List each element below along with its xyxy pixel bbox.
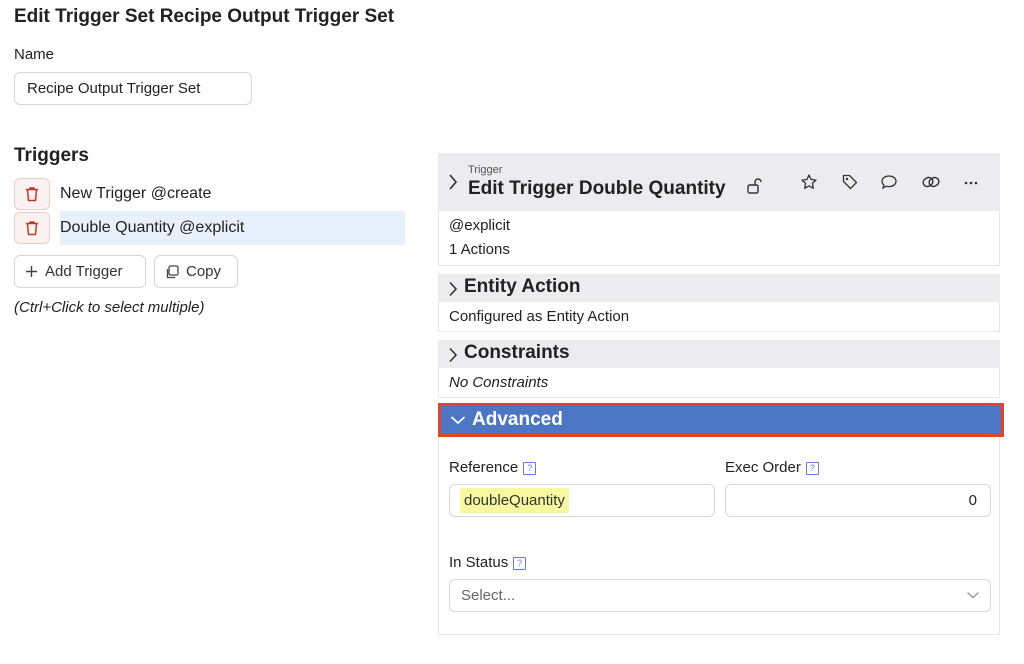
constraints-title: Constraints [464, 342, 570, 363]
comment-icon[interactable] [880, 173, 898, 191]
advanced-body: Reference? doubleQuantity Exec Order? 0 … [438, 437, 1000, 635]
in-status-placeholder: Select... [461, 587, 516, 604]
constraints-summary: No Constraints [449, 374, 549, 391]
star-icon[interactable] [800, 173, 818, 191]
help-icon[interactable]: ? [523, 462, 537, 475]
trigger-summary: @explicit 1 Actions [438, 211, 1000, 266]
trigger-actions-count: 1 Actions [449, 241, 510, 258]
trigger-event: @explicit [449, 217, 511, 234]
entity-action-title: Entity Action [464, 276, 581, 297]
chevron-right-icon [449, 347, 458, 363]
entity-action-section-header[interactable]: Entity Action [438, 274, 1000, 302]
link-icon[interactable] [921, 173, 941, 191]
trash-icon [26, 187, 38, 202]
trigger-type-label: Trigger [468, 164, 503, 176]
multi-select-hint: (Ctrl+Click to select multiple) [14, 299, 205, 316]
in-status-select[interactable]: Select... [449, 579, 991, 612]
trash-icon [26, 221, 38, 236]
tag-icon[interactable] [841, 173, 859, 191]
advanced-title: Advanced [472, 409, 563, 430]
delete-trigger-button[interactable] [14, 212, 50, 244]
exec-order-label: Exec Order? [725, 459, 819, 476]
copy-icon [166, 264, 179, 278]
entity-action-summary: Configured as Entity Action [449, 308, 630, 325]
reference-label: Reference? [449, 459, 537, 476]
exec-order-input[interactable]: 0 [725, 484, 991, 517]
add-trigger-button[interactable]: Add Trigger [14, 255, 146, 288]
copy-button[interactable]: Copy [154, 255, 238, 288]
trigger-item[interactable]: New Trigger @create [14, 177, 405, 211]
reference-input[interactable]: doubleQuantity [449, 484, 715, 517]
reference-value: doubleQuantity [460, 488, 569, 513]
trigger-panel-title: Edit Trigger Double Quantity [468, 178, 726, 199]
chevron-down-icon [967, 591, 979, 599]
exec-order-value: 0 [968, 492, 977, 509]
trigger-item-selected[interactable]: Double Quantity @explicit [14, 211, 405, 245]
trigger-label[interactable]: Double Quantity @explicit [60, 211, 405, 245]
trigger-label[interactable]: New Trigger @create [60, 177, 405, 211]
chevron-right-icon [449, 281, 458, 297]
chevron-down-icon [450, 416, 466, 425]
copy-label: Copy [186, 263, 222, 280]
help-icon[interactable]: ? [805, 462, 819, 475]
delete-trigger-button[interactable] [14, 178, 50, 210]
add-trigger-label: Add Trigger [45, 263, 123, 280]
constraints-body: No Constraints [438, 368, 1000, 398]
help-icon[interactable]: ? [513, 557, 527, 570]
page-title: Edit Trigger Set Recipe Output Trigger S… [14, 6, 395, 27]
in-status-label: In Status? [449, 554, 527, 571]
constraints-section-header[interactable]: Constraints [438, 340, 1000, 368]
plus-icon [26, 266, 37, 277]
more-icon[interactable] [964, 181, 978, 185]
trigger-panel-header[interactable]: Trigger Edit Trigger Double Quantity [438, 153, 1000, 211]
name-input[interactable]: Recipe Output Trigger Set [14, 72, 252, 105]
triggers-heading: Triggers [14, 145, 89, 166]
advanced-section-header[interactable]: Advanced [438, 403, 1004, 437]
name-label: Name [14, 46, 55, 63]
chevron-right-icon[interactable] [448, 173, 458, 191]
entity-action-body: Configured as Entity Action [438, 302, 1000, 332]
unlock-icon[interactable] [746, 177, 764, 195]
